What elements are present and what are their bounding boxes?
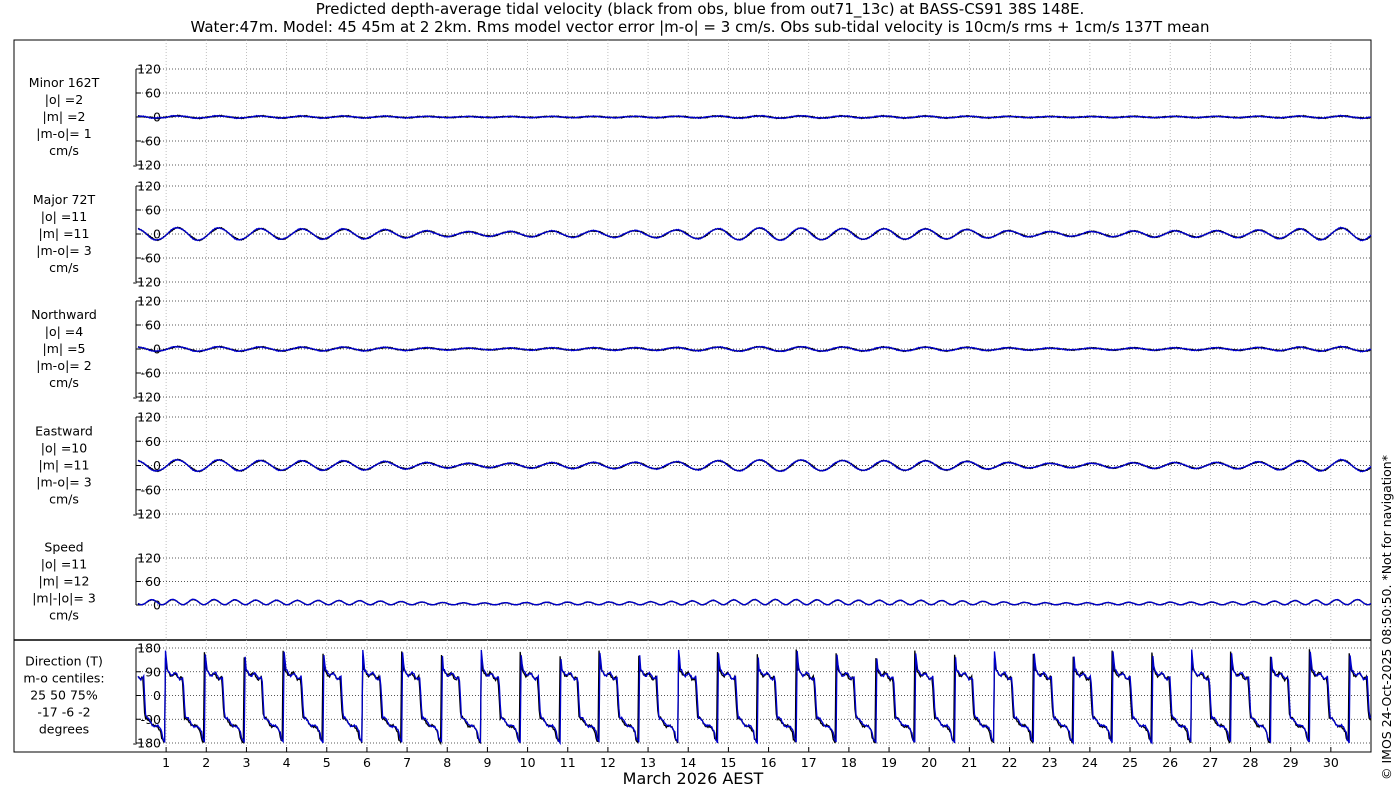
x-tick-label: 1	[162, 755, 170, 770]
panel-label-line: 25 50 75%	[30, 688, 98, 703]
y-tick-label: -180	[133, 736, 161, 751]
x-tick-label: 23	[1042, 755, 1058, 770]
panel-layer: 120 60 0 -60 -120 Minor 162T |o| =2 |m| =2 |m-o|…	[23, 62, 1372, 751]
panel-label-line: |m-o|= 3	[36, 243, 91, 258]
x-tick-label: 2	[202, 755, 210, 770]
panel-label-line: |o| =4	[45, 324, 84, 339]
y-tick-label: 60	[145, 574, 161, 589]
grid-layer	[165, 40, 1332, 752]
copyright-note: © IMOS 24-Oct-2025 08:50:50. *Not for na…	[1379, 455, 1394, 780]
panel-direction: 180900-90-180Direction (T)m-o centiles:2…	[23, 641, 1372, 751]
y-tick-label: 60	[145, 86, 161, 101]
panel-label-line: Northward	[31, 307, 97, 322]
panel-label-line: Direction (T)	[25, 654, 103, 669]
panel-major: 120600-60-120Major 72T|o| =11|m| =11|m-o…	[33, 179, 1372, 290]
x-axis-label: March 2026 AEST	[623, 769, 764, 788]
panel-label-line: |m|-|o|= 3	[32, 591, 96, 606]
x-tick-label: 19	[881, 755, 897, 770]
panel-label-line: degrees	[39, 722, 89, 737]
panel-label-line: |m| =2	[43, 109, 86, 124]
panel-minor: 120600-60-120Minor 162T|o| =2|m| =2|m-o|…	[29, 62, 1372, 173]
panel-label-line: Minor 162T	[29, 75, 100, 90]
y-tick-label: -60	[141, 482, 161, 497]
x-tick-label: 29	[1283, 755, 1299, 770]
x-tick-label: 18	[841, 755, 857, 770]
y-tick-label: 60	[145, 203, 161, 218]
panel-label-line: cm/s	[49, 608, 79, 623]
y-tick-label: -120	[133, 390, 161, 405]
x-tick-label: 15	[720, 755, 736, 770]
x-tick-label: 3	[242, 755, 250, 770]
x-tick-label: 30	[1323, 755, 1339, 770]
panel-label-line: |o| =2	[45, 92, 83, 107]
x-tick-label: 4	[283, 755, 291, 770]
x-tick-label: 10	[520, 755, 536, 770]
tidal-velocity-chart: 120600-60-120Minor 162T|o| =2|m| =2|m-o|…	[13, 39, 1394, 788]
x-tick-label: 25	[1122, 755, 1138, 770]
x-tick-label: 17	[801, 755, 817, 770]
x-tick-label: 13	[640, 755, 656, 770]
x-tick-label: 21	[961, 755, 977, 770]
panel-label-line: |m| =5	[43, 341, 86, 356]
y-tick-label: -120	[133, 507, 161, 522]
y-tick-label: 120	[137, 62, 161, 77]
x-tick-label: 28	[1243, 755, 1259, 770]
x-tick-label: 5	[323, 755, 331, 770]
panel-label-line: |m-o|= 3	[36, 475, 91, 490]
y-tick-label: 120	[137, 410, 161, 425]
x-axis: 1 2 3 4 5 6 7 8 9 10 11 12 13 14 15 16 17 18 19 20 21 22 23 24 2…	[162, 747, 1339, 770]
panel-label-line: Eastward	[35, 424, 93, 439]
plot-frame	[13, 39, 1372, 753]
y-tick-label: 120	[137, 551, 161, 566]
panel-label-line: |o| =11	[41, 557, 87, 572]
x-tick-label: 9	[483, 755, 491, 770]
panel-label-line: m-o centiles:	[23, 671, 104, 686]
x-tick-label: 6	[363, 755, 371, 770]
panel-east: 120600-60-120Eastward|o| =10|m| =11|m-o|…	[35, 410, 1372, 522]
panel-label-line: cm/s	[49, 375, 79, 390]
y-tick-label: 120	[137, 179, 161, 194]
panel-label-line: cm/s	[49, 492, 79, 507]
x-tick-label: 20	[921, 755, 937, 770]
y-tick-label: -60	[141, 134, 161, 149]
x-tick-label: 24	[1082, 755, 1098, 770]
panel-label-line: |o| =10	[41, 441, 87, 456]
panel-label-line: |m| =11	[39, 458, 90, 473]
y-tick-label: -60	[141, 366, 161, 381]
x-tick-label: 11	[560, 755, 576, 770]
y-tick-label: -120	[133, 158, 161, 173]
x-tick-label: 16	[761, 755, 777, 770]
panel-label-line: Major 72T	[33, 192, 96, 207]
y-tick-label: 90	[145, 664, 161, 679]
x-tick-label: 27	[1202, 755, 1218, 770]
y-tick-label: -60	[141, 251, 161, 266]
panel-label-line: |m-o|= 1	[36, 126, 91, 141]
panel-label-line: -17 -6 -2	[37, 705, 90, 720]
x-tick-label: 22	[1002, 755, 1018, 770]
y-tick-label: -120	[133, 275, 161, 290]
x-tick-label: 14	[680, 755, 696, 770]
x-tick-label: 7	[403, 755, 411, 770]
panel-label-line: |m| =12	[39, 574, 90, 589]
panel-label-line: |m| =11	[39, 226, 90, 241]
y-tick-label: 0	[153, 342, 161, 357]
x-tick-label: 12	[600, 755, 616, 770]
panel-label-line: cm/s	[49, 260, 79, 275]
panel-label-line: Speed	[44, 540, 83, 555]
panel-label-line: |m-o|= 2	[36, 358, 91, 373]
panel-label-line: cm/s	[49, 143, 79, 158]
x-tick-label: 26	[1162, 755, 1178, 770]
y-tick-label: 60	[145, 318, 161, 333]
y-tick-label: 0	[153, 688, 161, 703]
y-tick-label: 60	[145, 434, 161, 449]
y-tick-label: 120	[137, 294, 161, 309]
x-tick-label: 8	[443, 755, 451, 770]
y-tick-label: 180	[137, 641, 161, 656]
panel-label-line: |o| =11	[41, 209, 87, 224]
